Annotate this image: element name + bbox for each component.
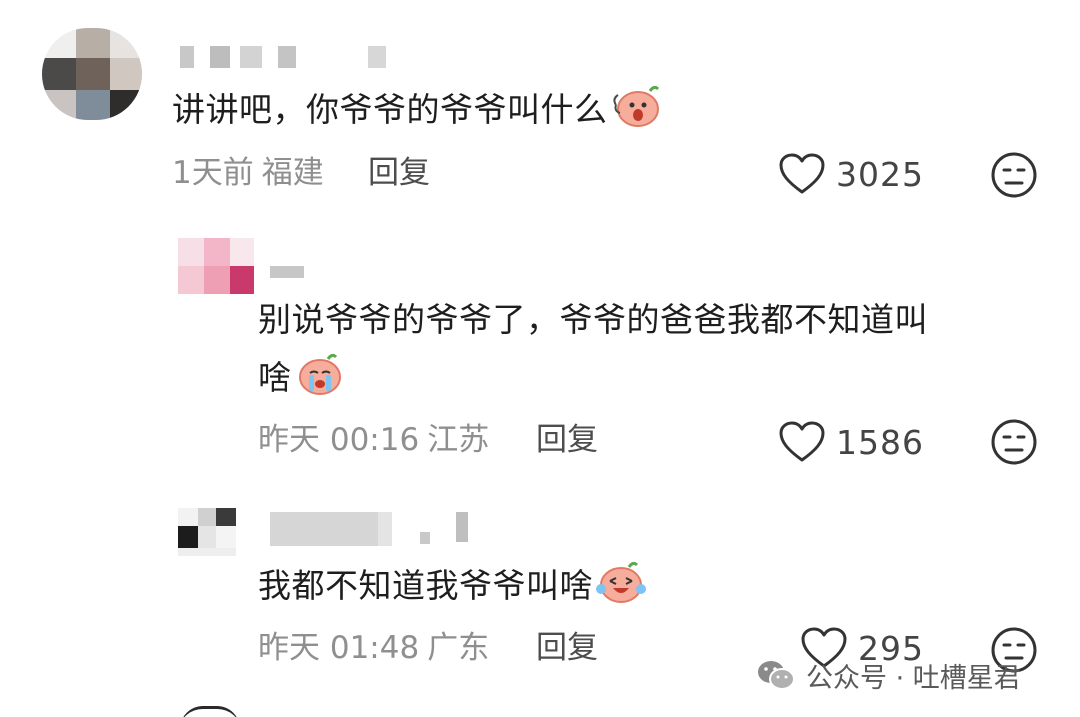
heart-icon [779, 421, 825, 462]
comment-meta: 昨天 01:48 广东 [258, 628, 489, 668]
username[interactable] [270, 512, 480, 546]
like-button[interactable]: 3025 [778, 152, 924, 196]
comment-location: 江苏 [427, 422, 490, 458]
heart-icon [779, 153, 825, 194]
username[interactable] [180, 46, 400, 68]
avatar[interactable] [180, 706, 240, 717]
username[interactable] [270, 262, 310, 284]
laughing-crying-peach-emoji [595, 559, 647, 622]
like-count: 3025 [836, 154, 924, 194]
reply-button[interactable]: 回复 [368, 153, 430, 193]
comment-text: 我都不知道我爷爷叫啥 [258, 558, 647, 622]
comment-meta: 昨天 00:16 江苏 [258, 420, 489, 460]
reply-button[interactable]: 回复 [536, 420, 598, 460]
watermark-text: 公众号 · 吐槽星君 [806, 662, 1021, 694]
crying-peach-emoji [294, 351, 344, 414]
watermark: 公众号 · 吐槽星君 [756, 652, 1021, 698]
comment-meta: 1天前 福建 [172, 153, 324, 193]
like-count: 1586 [836, 422, 924, 462]
comment-time: 1天前 [172, 155, 254, 191]
avatar[interactable] [178, 238, 254, 294]
avatar[interactable] [42, 28, 142, 120]
comment-location: 福建 [261, 155, 324, 191]
dislike-icon[interactable] [990, 151, 1038, 199]
wechat-icon [758, 661, 795, 690]
surprised-peach-emoji [610, 83, 662, 146]
comment-text: 讲讲吧，你爷爷的爷爷叫什么 [172, 82, 662, 146]
reply-button[interactable]: 回复 [536, 628, 598, 668]
avatar[interactable] [178, 508, 236, 556]
comment-time: 昨天 01:48 [258, 630, 420, 666]
comment-text-continued: 啥 [258, 350, 344, 414]
dislike-icon[interactable] [990, 418, 1038, 466]
comment-location: 广东 [427, 630, 490, 666]
comment-thread: 讲讲吧，你爷爷的爷爷叫什么 1天前 福建 回复 3025 别说爷爷的爷爷了，爷爷… [0, 0, 1080, 717]
comment-text: 别说爷爷的爷爷了，爷爷的爸爸我都不知道叫 [258, 300, 928, 339]
comment-time: 昨天 00:16 [258, 422, 420, 458]
like-button[interactable]: 1586 [778, 420, 924, 464]
